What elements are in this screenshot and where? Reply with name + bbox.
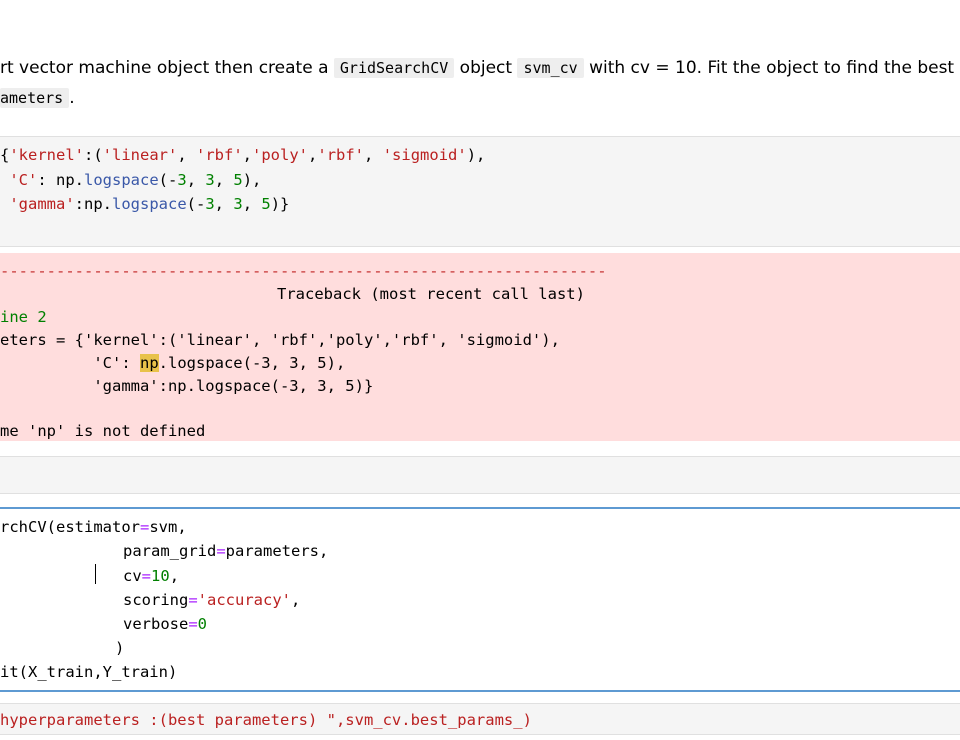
markdown-line-1: rt vector machine object then create a G…: [0, 53, 960, 83]
token: ),: [466, 146, 486, 164]
token: ,: [169, 567, 180, 585]
code-line-5: verbose=0: [123, 612, 207, 636]
error-dashes: ----------------------------------------…: [0, 262, 607, 280]
code-line-2: param_grid=parameters,: [123, 539, 328, 563]
markdown-text: rt vector machine object then create a: [0, 58, 334, 78]
token: {: [0, 146, 10, 164]
token: : np.: [37, 171, 85, 189]
code-line-partial: hyperparameters :(best parameters) ",svm…: [0, 711, 532, 729]
token: rchCV(estimator: [0, 518, 140, 536]
token: 3: [233, 195, 243, 213]
traceback-header: Traceback (most recent call last): [277, 285, 585, 303]
token: 3: [177, 171, 187, 189]
markdown-text: object: [454, 58, 518, 78]
token: ,: [364, 146, 383, 164]
error-highlight: np: [139, 354, 159, 372]
token: 'rbf': [317, 146, 365, 164]
token: logspace: [84, 171, 159, 189]
token: (-: [158, 171, 178, 189]
token: (-: [186, 195, 206, 213]
code-line-1: rchCV(estimator=svm,: [0, 515, 187, 539]
error-code-2: 'C': np.logspace(-3, 3, 5),: [0, 351, 345, 375]
token: svm,: [149, 518, 187, 536]
inline-code-svm-cv: svm_cv: [517, 58, 584, 78]
token: 3: [205, 171, 215, 189]
token: parameters,: [225, 542, 329, 560]
markdown-text: with cv = 10. Fit the object to find the…: [583, 58, 960, 78]
error-message: me 'np' is not defined: [0, 422, 206, 440]
token: param_grid: [123, 542, 217, 560]
token: 10: [151, 567, 170, 585]
token: ,: [308, 146, 318, 164]
code-line-7: it(X_train,Y_train): [0, 663, 178, 681]
token: 'linear': [102, 146, 178, 164]
code-line-4: scoring='accuracy',: [123, 588, 300, 612]
token: 'sigmoid': [382, 146, 467, 164]
token: .logspace(-3, 3, 5),: [158, 354, 346, 372]
token: ,: [242, 195, 262, 213]
token: 3: [205, 195, 215, 213]
token: 'gamma': [9, 195, 75, 213]
token: ,: [214, 171, 234, 189]
token: :np.: [74, 195, 112, 213]
token: cv: [123, 567, 142, 585]
gridsearch-code-cell[interactable]: rchCV(estimator=svm, param_grid=paramete…: [0, 507, 960, 692]
text-cursor: [95, 564, 96, 584]
error-code-3: 'gamma':np.logspace(-3, 3, 5)}: [0, 377, 374, 395]
code-line-1: {'kernel':('linear', 'rbf','poly','rbf',…: [0, 143, 485, 167]
token: 'C':: [0, 354, 140, 372]
markdown-line-2: ameters.: [0, 83, 960, 113]
token: 5: [233, 171, 243, 189]
markdown-text: .: [69, 88, 75, 108]
token: 'C': [9, 171, 38, 189]
token: ,: [291, 591, 301, 609]
code-line-3: 'gamma':np.logspace(-3, 3, 5)}: [0, 192, 289, 216]
error-code-1: eters = {'kernel':('linear', 'rbf','poly…: [0, 331, 560, 349]
token: ),: [242, 171, 262, 189]
code-line-2: 'C': np.logspace(-3, 3, 5),: [0, 168, 261, 192]
markdown-cell: rt vector machine object then create a G…: [0, 53, 960, 113]
parameters-code-cell[interactable]: {'kernel':('linear', 'rbf','poly','rbf',…: [0, 136, 960, 247]
inline-code-parameters: ameters: [0, 88, 70, 108]
token: :(: [84, 146, 103, 164]
token: =: [188, 615, 198, 633]
token: 'accuracy': [197, 591, 291, 609]
code-line-3: cv=10,: [123, 564, 179, 588]
token: =: [188, 591, 198, 609]
token: =: [139, 518, 150, 536]
empty-code-cell[interactable]: [0, 456, 960, 494]
error-output: ----------------------------------------…: [0, 253, 960, 441]
token: 5: [261, 195, 271, 213]
token: logspace: [112, 195, 187, 213]
token: ,: [214, 195, 234, 213]
token: =: [216, 542, 226, 560]
token: ,: [242, 146, 253, 164]
token: =: [141, 567, 152, 585]
token: scoring: [123, 591, 189, 609]
error-line-ref: ine 2: [0, 308, 47, 326]
token: 'kernel': [9, 146, 84, 164]
token: ,: [186, 171, 206, 189]
token: verbose: [123, 615, 189, 633]
token: 'rbf': [196, 146, 243, 164]
inline-code-gridsearchcv: GridSearchCV: [333, 58, 455, 78]
token: )}: [270, 195, 290, 213]
token: 'poly': [252, 146, 309, 164]
code-line-6: ): [115, 639, 125, 657]
token: ,: [177, 146, 196, 164]
token: 0: [197, 615, 208, 633]
next-code-cell[interactable]: hyperparameters :(best parameters) ",svm…: [0, 703, 960, 735]
